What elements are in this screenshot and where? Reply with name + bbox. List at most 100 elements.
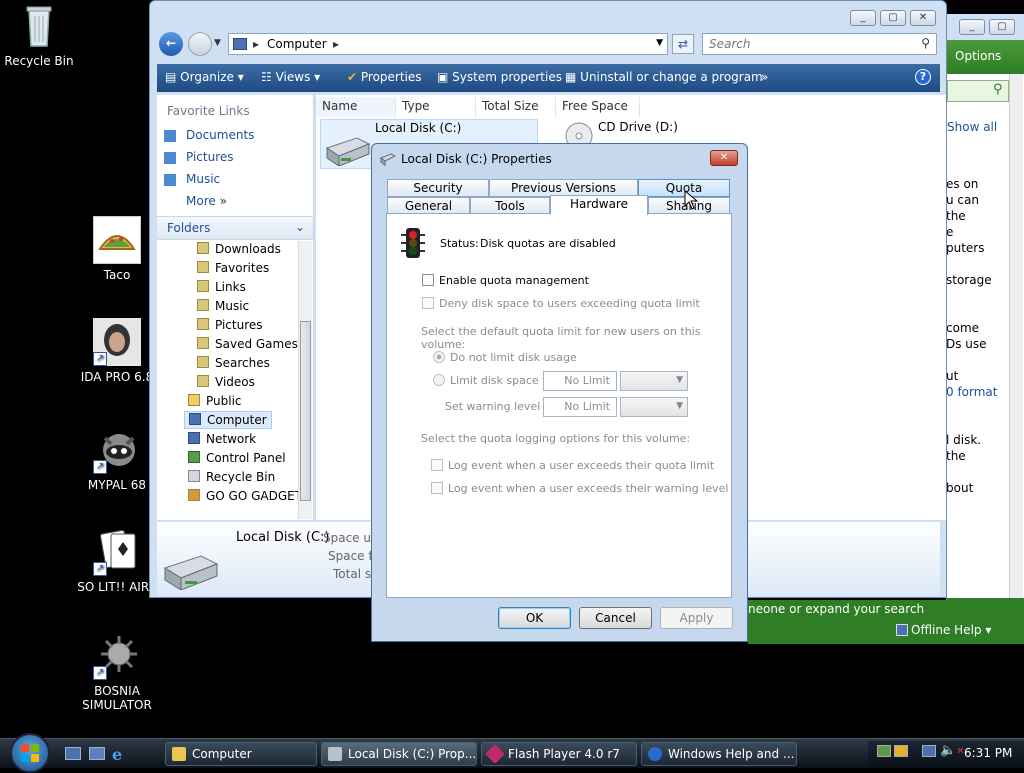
forward-button[interactable] [188, 32, 212, 56]
folder-item-searches[interactable]: Searches [197, 356, 270, 370]
folder-item-recycle-bin[interactable]: Recycle Bin [188, 470, 275, 484]
folder-item-favorites[interactable]: Favorites [197, 261, 269, 275]
search-icon[interactable]: ⚲ [921, 36, 930, 50]
ida-pro-icon: ↗ [93, 318, 141, 366]
dialog-close-button[interactable]: ✕ [710, 150, 738, 166]
search-placeholder: Search [709, 37, 751, 51]
folder-item-links[interactable]: Links [197, 280, 246, 294]
help-text-line: Ds use [946, 337, 987, 351]
help-maximize-button[interactable]: ▢ [989, 19, 1015, 35]
address-bar[interactable]: ▸ Computer ▸ ▼ [228, 33, 668, 55]
limit-value-input[interactable]: No Limit [543, 371, 617, 391]
tab-hardware[interactable]: Hardware [550, 195, 648, 215]
folder-item-downloads[interactable]: Downloads [197, 242, 281, 256]
nav-link-label: Documents [186, 128, 255, 142]
help-text-link[interactable]: 0 format [946, 384, 998, 400]
switch-windows-icon[interactable] [89, 747, 105, 760]
close-button[interactable]: ✕ [910, 10, 936, 26]
volume-muted-icon[interactable]: 🔈✕ [940, 743, 965, 758]
offline-help-button[interactable]: Offline Help ▾ [896, 623, 991, 637]
desktop-icon-label: SO LIT!! AIRE [77, 580, 157, 594]
apply-button[interactable]: Apply [660, 607, 733, 629]
hard-disk-icon [325, 137, 371, 166]
help-show-all-link[interactable]: Show all [947, 120, 997, 134]
desktop-icon-bosnia-simulator[interactable]: ↗ BOSNIA SIMULATOR [67, 632, 167, 712]
search-input[interactable]: Search ⚲ [702, 33, 937, 55]
help-text-line: come [946, 321, 980, 335]
folder-item-music[interactable]: Music [197, 299, 249, 313]
nav-link-more[interactable]: More » [186, 194, 227, 208]
internet-explorer-icon[interactable]: e [112, 745, 122, 764]
cancel-button[interactable]: Cancel [579, 607, 652, 629]
folder-item-public[interactable]: Public [188, 394, 242, 408]
column-header-free-space[interactable]: Free Space [556, 97, 640, 117]
offline-help-icon [896, 624, 908, 636]
nav-link-documents[interactable]: Documents [164, 128, 255, 142]
help-minimize-button[interactable]: _ [959, 19, 985, 35]
organize-button[interactable]: ▤ Organize ▾ [165, 70, 244, 84]
taskbar-item-windows-help[interactable]: Windows Help and ... [641, 742, 797, 766]
nav-link-label: Pictures [186, 150, 234, 164]
tab-security[interactable]: Security [387, 179, 489, 197]
minimize-button[interactable]: _ [850, 10, 876, 26]
checkbox-label: Log event when a user exceeds their quot… [448, 459, 715, 472]
nav-link-pictures[interactable]: Pictures [164, 150, 234, 164]
deny-disk-space-checkbox[interactable]: Deny disk space to users exceeding quota… [422, 297, 700, 310]
folder-item-control-panel[interactable]: Control Panel [188, 451, 286, 465]
column-header-name[interactable]: Name [316, 97, 396, 117]
views-button[interactable]: ☷ Views ▾ [261, 70, 320, 84]
help-search-icon[interactable]: ⚲ [993, 82, 1003, 97]
folder-item-pictures[interactable]: Pictures [197, 318, 263, 332]
taskbar-item-local-disk-properties[interactable]: Local Disk (C:) Prop... [321, 742, 477, 766]
log-warning-level-checkbox[interactable]: Log event when a user exceeds their warn… [431, 482, 728, 495]
show-desktop-icon[interactable] [65, 747, 81, 760]
clock[interactable]: 6:31 PM [964, 746, 1012, 760]
help-scrollbar[interactable] [1009, 74, 1023, 598]
column-header-type[interactable]: Type [396, 97, 476, 117]
desktop-icon-label: Taco [103, 268, 131, 282]
windows-help-window[interactable]: _ ▢ Options ⚲ Show all es on u can the e… [946, 14, 1024, 644]
network-tray-icon[interactable] [877, 745, 891, 757]
maximize-button[interactable]: ▢ [880, 10, 906, 26]
shortcut-arrow-icon: ↗ [93, 562, 107, 576]
nav-link-music[interactable]: Music [164, 172, 220, 186]
limit-unit-dropdown[interactable]: ▼ [620, 371, 688, 391]
folder-item-network[interactable]: Network [188, 432, 256, 446]
security-tray-icon[interactable] [894, 745, 908, 757]
help-options-menu[interactable]: Options [955, 49, 1001, 63]
programs-icon: ▦ [565, 70, 577, 84]
folder-label: Recycle Bin [206, 470, 276, 484]
task-label: Computer [192, 747, 252, 761]
help-icon[interactable]: ? [915, 69, 931, 85]
favorite-links-heading: Favorite Links [167, 104, 250, 118]
folder-item-saved-games[interactable]: Saved Games [197, 337, 298, 351]
folder-item-go-go-gadget[interactable]: GO GO GADGET [188, 489, 302, 503]
uninstall-program-button[interactable]: ▦ Uninstall or change a program [565, 70, 763, 84]
taskbar-item-flash-player[interactable]: Flash Player 4.0 r7 [481, 742, 637, 766]
column-header-total-size[interactable]: Total Size [476, 97, 556, 117]
limit-disk-space-radio[interactable]: Limit disk space to [433, 374, 553, 387]
taskbar-item-computer[interactable]: Computer [165, 742, 317, 766]
organize-icon: ▤ [165, 70, 177, 84]
warning-value-input[interactable]: No Limit [543, 397, 617, 417]
system-properties-button[interactable]: ▣ System properties [437, 70, 562, 84]
folders-header[interactable]: Folders ⌄ [157, 216, 313, 240]
ok-button[interactable]: OK [498, 607, 571, 629]
back-button[interactable]: ← [159, 32, 183, 56]
refresh-button[interactable]: ⇄ [672, 34, 694, 54]
folder-item-computer[interactable]: Computer [184, 411, 272, 429]
log-quota-limit-checkbox[interactable]: Log event when a user exceeds their quot… [431, 459, 714, 472]
properties-button[interactable]: ✔ Properties [347, 70, 422, 84]
music-icon [164, 174, 176, 186]
desktop-icon-recycle-bin[interactable]: Recycle Bin [0, 2, 89, 68]
more-commands-button[interactable]: » [761, 70, 768, 84]
computer-icon [233, 38, 247, 50]
folder-item-videos[interactable]: Videos [197, 375, 255, 389]
enable-quota-checkbox[interactable]: Enable quota management [422, 274, 589, 287]
recent-pages-dropdown[interactable]: ▼ [214, 38, 221, 48]
address-dropdown-icon[interactable]: ▼ [656, 38, 663, 48]
no-limit-radio[interactable]: Do not limit disk usage [433, 351, 577, 364]
folder-tree-scrollbar[interactable] [298, 241, 312, 519]
display-tray-icon[interactable] [922, 745, 936, 757]
warning-unit-dropdown[interactable]: ▼ [620, 397, 688, 417]
